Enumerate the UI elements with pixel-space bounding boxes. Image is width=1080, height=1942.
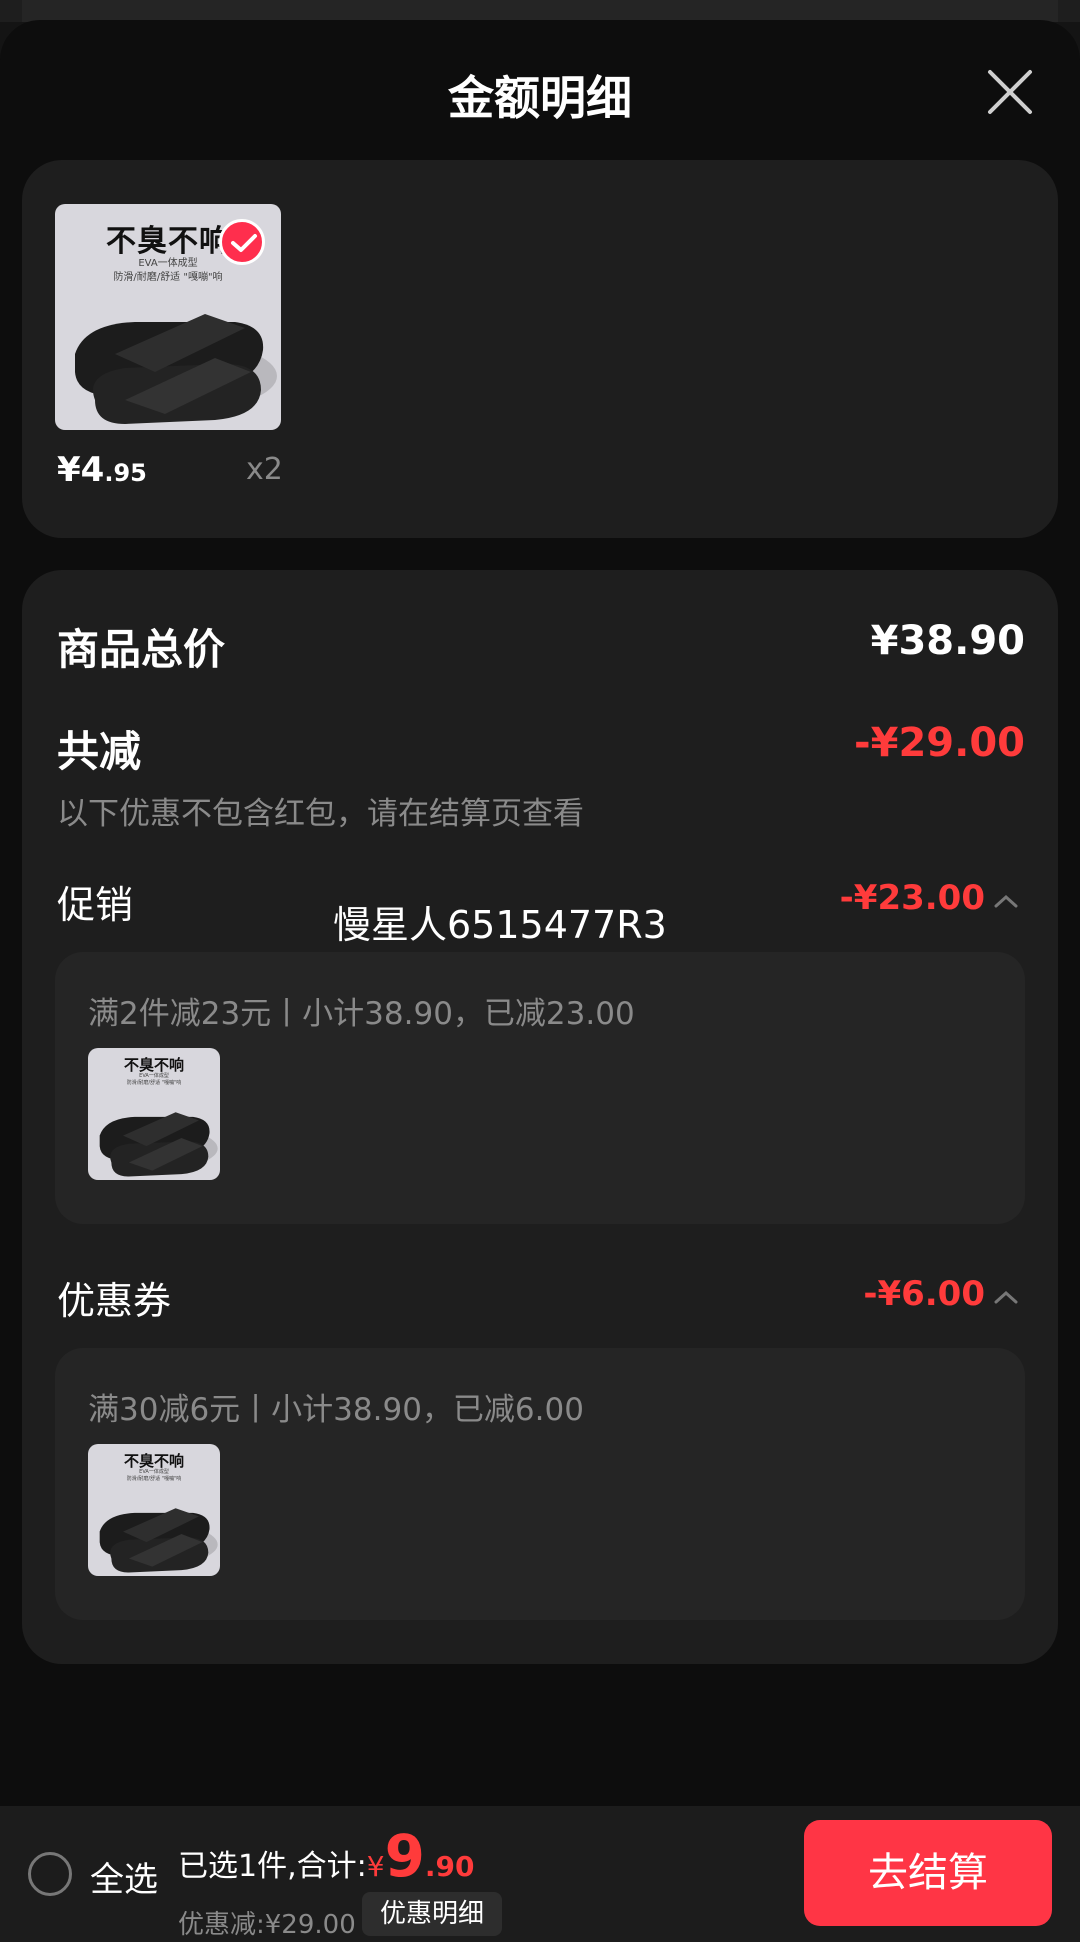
summary-prefix: 已选1件,合计: [178, 1849, 367, 1884]
checkout-bar: 全选 已选1件,合计:¥9.90 优惠减:¥29.00 优惠明细 去结算 [0, 1806, 1080, 1942]
total-decimal: .90 [424, 1850, 475, 1883]
promotion-product-thumbnail[interactable]: 不臭不响 EVA一体成型 防滑/耐磨/舒适 "嘎嘣"响 [88, 1048, 220, 1180]
coupon-label: 优惠券 [57, 1279, 172, 1323]
watermark-text: 慢星人6515477R3 [333, 903, 667, 947]
coupon-detail-card: 满30减6元丨小计38.90，已减6.00 不臭不响 EVA一体成型 防滑/耐磨… [55, 1348, 1025, 1620]
chevron-up-icon[interactable] [993, 892, 1019, 910]
slipper-icon [99, 1508, 218, 1573]
promotion-amount[interactable]: -¥23.00 [840, 878, 985, 918]
product-unit-price: ¥4.95 [57, 450, 147, 490]
price-decimal: .95 [104, 459, 147, 487]
total-price-label: 商品总价 [57, 625, 226, 674]
discount-detail-button[interactable]: 优惠明细 [362, 1892, 502, 1936]
coupon-amount[interactable]: -¥6.00 [863, 1274, 985, 1314]
select-all-label[interactable]: 全选 [90, 1852, 158, 1901]
discount-amount: 优惠减:¥29.00 [178, 1910, 356, 1940]
promotion-label: 促销 [57, 883, 134, 927]
total-reduction-value: -¥29.00 [854, 720, 1025, 766]
sheet-title: 金额明细 [448, 71, 632, 125]
slipper-product-image: 不臭不响 EVA一体成型 防滑/耐磨/舒适 "嘎嘣"响 [88, 1048, 220, 1180]
slipper-icon [99, 1112, 218, 1177]
discount-note: 以下优惠不包含红包，请在结算页查看 [57, 796, 584, 832]
price-integer: ¥4 [57, 450, 105, 490]
total-integer: 9 [384, 1822, 425, 1890]
coupon-product-thumbnail[interactable]: 不臭不响 EVA一体成型 防滑/耐磨/舒适 "嘎嘣"响 [88, 1444, 220, 1576]
promotion-detail-text: 满2件减23元丨小计38.90，已减23.00 [88, 996, 635, 1032]
total-reduction-label: 共减 [57, 727, 142, 776]
product-quantity: x2 [246, 452, 283, 487]
total-price-value: ¥38.90 [870, 618, 1025, 664]
total-currency: ¥ [366, 1850, 385, 1883]
coupon-detail-text: 满30减6元丨小计38.90，已减6.00 [88, 1392, 584, 1428]
selection-summary: 已选1件,合计:¥9.90 [178, 1827, 475, 1885]
background-page-strip [0, 0, 1080, 22]
checkout-button[interactable]: 去结算 [804, 1820, 1052, 1926]
radio-circle-icon[interactable] [28, 1852, 72, 1896]
chevron-up-icon[interactable] [993, 1288, 1019, 1306]
promotion-detail-card: 满2件减23元丨小计38.90，已减23.00 不臭不响 EVA一体成型 防滑/… [55, 952, 1025, 1224]
checkmark-icon[interactable] [219, 219, 265, 265]
close-icon[interactable] [982, 64, 1038, 120]
slipper-product-image: 不臭不响 EVA一体成型 防滑/耐磨/舒适 "嘎嘣"响 [88, 1444, 220, 1576]
